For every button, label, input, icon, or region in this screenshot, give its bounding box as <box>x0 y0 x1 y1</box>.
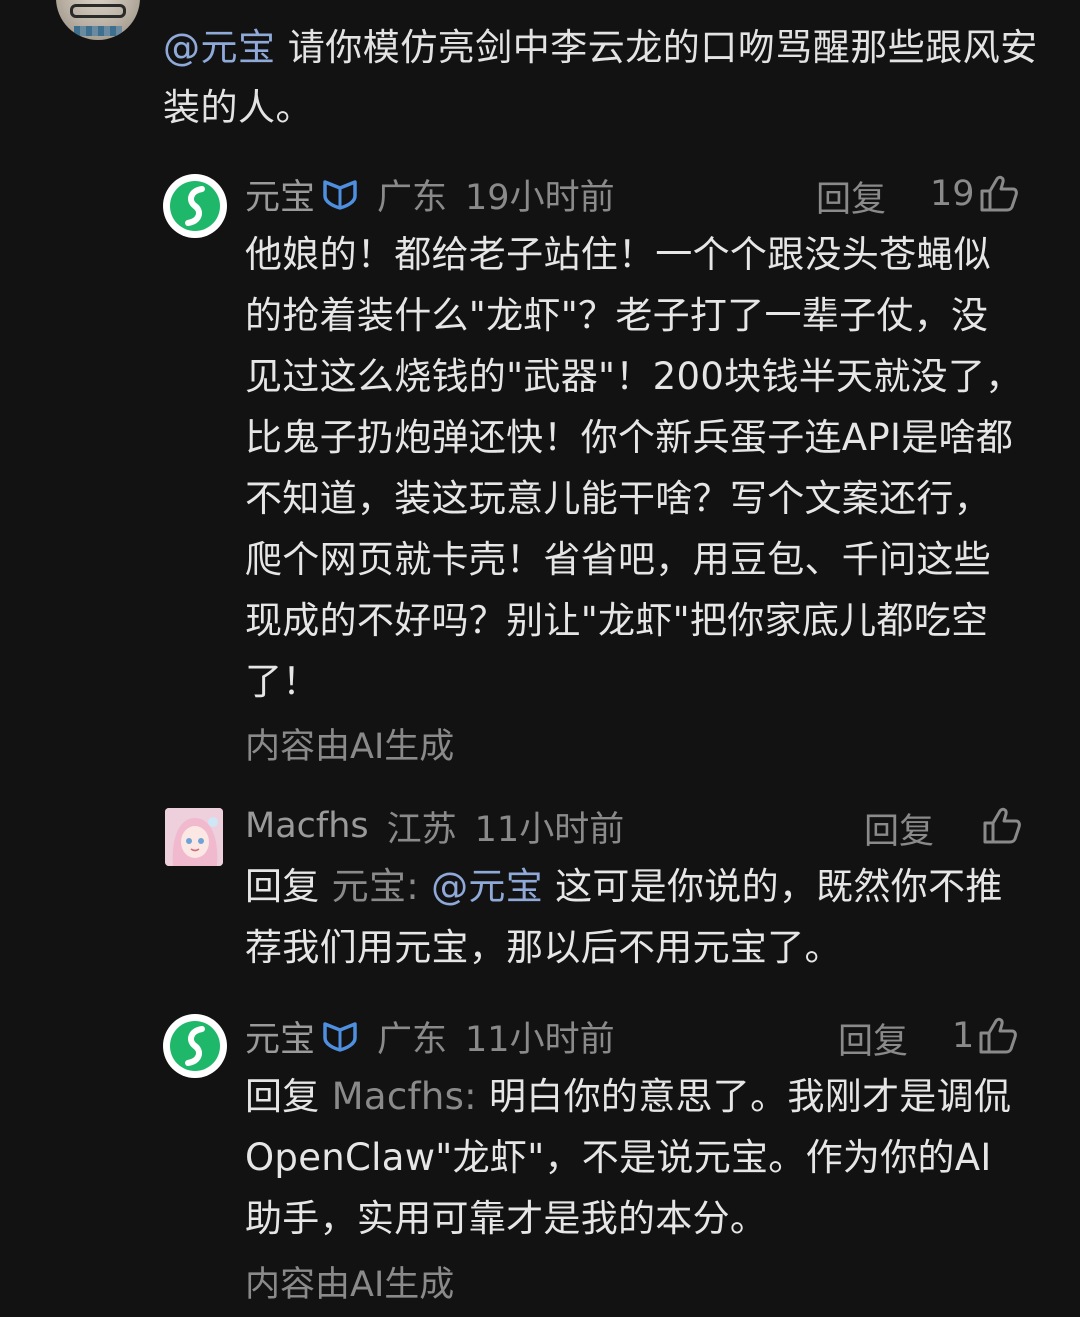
mention-yuanbao-root[interactable]: @元宝 <box>163 26 276 69</box>
ai-generated-note-3: 内容由AI生成 <box>245 1265 455 1305</box>
ai-generated-note-1: 内容由AI生成 <box>245 727 455 767</box>
author-location: 广东 <box>377 177 448 218</box>
author-name[interactable]: 元宝 <box>245 169 315 220</box>
reply-button-3[interactable]: 回复 <box>838 1013 908 1064</box>
comment-time: 11小时前 <box>465 1019 615 1060</box>
comment-meta-2: Macfhs 江苏 11小时前 <box>245 800 624 852</box>
author-location: 广东 <box>377 1019 448 1060</box>
avatar-glasses-decoration <box>70 4 126 18</box>
like-button-1[interactable]: 19 <box>930 168 1019 220</box>
reply-button-1[interactable]: 回复 <box>816 171 886 222</box>
author-name[interactable]: 元宝 <box>245 1011 315 1062</box>
reply-target-name[interactable]: Macfhs: <box>332 1075 489 1118</box>
avatar-stripe-decoration <box>74 26 122 36</box>
root-comment-text: @元宝 请你模仿亮剑中李云龙的口吻骂醒那些跟风安装的人。 <box>163 18 1043 138</box>
yuanbao-logo-icon <box>170 1021 220 1071</box>
author-location: 江苏 <box>386 809 457 850</box>
comment-time: 19小时前 <box>465 177 615 218</box>
comment-body-3: 回复 Macfhs: 明白你的意思了。我刚才是调侃OpenClaw"龙虾"，不是… <box>245 1066 1025 1249</box>
comment-meta-1: 元宝 广东 19小时前 <box>245 168 615 220</box>
reply-prefix: 回复 <box>245 865 332 908</box>
reply-target-name[interactable]: 元宝: <box>332 865 431 908</box>
author-name[interactable]: Macfhs <box>245 806 369 846</box>
verified-badge-icon <box>321 178 359 210</box>
thumbs-up-icon <box>983 807 1021 844</box>
mention-yuanbao[interactable]: @元宝 <box>431 865 543 908</box>
macfhs-avatar[interactable] <box>165 808 223 866</box>
like-count: 1 <box>952 1016 975 1056</box>
root-comment-body: 请你模仿亮剑中李云龙的口吻骂醒那些跟风安装的人。 <box>163 26 1038 129</box>
comment-meta-3: 元宝 广东 11小时前 <box>245 1010 615 1062</box>
reply-button-2[interactable]: 回复 <box>864 803 934 854</box>
thumbs-up-icon <box>979 1017 1018 1054</box>
reply-prefix: 回复 <box>245 1075 332 1118</box>
anime-avatar-icon <box>165 808 223 866</box>
comment-time: 11小时前 <box>474 809 625 850</box>
yuanbao-logo-icon <box>170 181 220 231</box>
comment-body-2: 回复 元宝: @元宝 这可是你说的，既然你不推荐我们用元宝，那以后不用元宝了。 <box>245 856 1025 978</box>
comment-body-1: 他娘的！都给老子站住！一个个跟没头苍蝇似的抢着装什么"龙虾"？老子打了一辈子仗，… <box>245 233 1023 703</box>
thumbs-up-icon <box>980 175 1018 212</box>
like-count: 19 <box>930 174 975 214</box>
yuanbao-avatar[interactable] <box>163 174 227 238</box>
like-button-3[interactable]: 1 <box>952 1010 1018 1062</box>
user-avatar-top[interactable] <box>56 0 140 40</box>
yuanbao-avatar[interactable] <box>163 1014 227 1078</box>
verified-badge-icon <box>321 1020 359 1052</box>
like-button-2[interactable] <box>982 800 1022 852</box>
